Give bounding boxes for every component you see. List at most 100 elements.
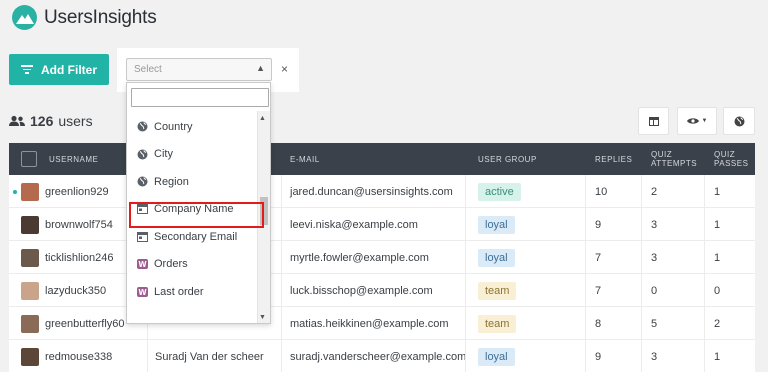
user-cell[interactable]: brownwolf754: [21, 208, 113, 241]
add-filter-label: Add Filter: [41, 62, 97, 77]
col-replies[interactable]: REPLIES: [595, 143, 632, 175]
dropdown-option[interactable]: W Orders: [127, 251, 257, 279]
dropdown-search-input[interactable]: [131, 88, 269, 107]
dropdown-option[interactable]: W Last order: [127, 278, 257, 306]
card-icon: [137, 231, 148, 242]
close-filter-icon[interactable]: ×: [281, 62, 288, 76]
username[interactable]: greenbutterfly60: [45, 318, 125, 330]
filter-icon: [21, 63, 33, 76]
column-divider: [641, 340, 642, 372]
username[interactable]: redmouse338: [45, 351, 112, 363]
username[interactable]: brownwolf754: [45, 219, 113, 231]
quiz-attempts-cell: 0: [651, 284, 658, 297]
chevron-down-icon: ▼: [701, 118, 708, 124]
dropdown-option[interactable]: Region: [127, 168, 257, 196]
user-group-badge: team: [478, 281, 517, 300]
quiz-attempts-cell: 3: [651, 218, 658, 231]
add-filter-button[interactable]: Add Filter: [9, 54, 109, 85]
email-cell: suradj.vanderscheer@example.com: [290, 350, 467, 363]
user-cell[interactable]: greenbutterfly60: [21, 307, 125, 340]
user-cell[interactable]: lazyduck350: [21, 274, 106, 307]
table-row[interactable]: redmouse338 Suradj Van der scheer suradj.v…: [9, 340, 755, 372]
username[interactable]: greenlion929: [45, 186, 109, 198]
column-divider: [704, 274, 705, 306]
user-cell[interactable]: ticklishlion246: [21, 241, 113, 274]
table-row[interactable]: lazyduck350 luck.bisschop@example.com team…: [9, 274, 755, 307]
users-count: 126 users: [9, 113, 93, 129]
avatar: [21, 314, 39, 333]
filter-field-select[interactable]: Select ▲: [126, 58, 272, 81]
dropdown-option[interactable]: City: [127, 141, 257, 169]
scroll-down-icon[interactable]: ▼: [259, 314, 266, 321]
column-divider: [641, 208, 642, 240]
quiz-passes-cell: 1: [714, 218, 721, 231]
select-all-checkbox[interactable]: [21, 151, 37, 167]
users-icon: [9, 115, 25, 126]
column-divider: [585, 307, 586, 339]
woo-icon: W: [137, 259, 148, 270]
export-button[interactable]: [638, 107, 669, 135]
username[interactable]: ticklishlion246: [45, 252, 113, 264]
column-divider: [641, 175, 642, 207]
column-divider: [585, 340, 586, 372]
dropdown-option-label: Region: [154, 175, 189, 188]
quiz-passes-cell: 2: [714, 317, 721, 330]
table-row[interactable]: greenlion929 jared.duncan@usersinsights.c…: [9, 175, 755, 208]
avatar: [21, 215, 39, 234]
columns-visibility-button[interactable]: ▼: [677, 107, 717, 135]
column-divider: [585, 274, 586, 306]
quiz-passes-cell: 1: [714, 185, 721, 198]
column-divider: [704, 175, 705, 207]
avatar: [21, 248, 39, 267]
name-cell: Suradj Van der scheer: [155, 350, 264, 363]
column-divider: [465, 208, 466, 240]
col-quiz-attempts[interactable]: QUIZ ATTEMPTS: [651, 143, 699, 175]
user-group-badge: loyal: [478, 248, 515, 267]
quiz-attempts-cell: 5: [651, 317, 658, 330]
user-group-badge: team: [478, 314, 517, 333]
globe-icon: [137, 121, 148, 132]
replies-cell: 8: [595, 317, 602, 330]
username[interactable]: lazyduck350: [45, 285, 106, 297]
email-cell: leevi.niska@example.com: [290, 218, 418, 231]
brand-logo[interactable]: UsersInsights: [12, 5, 157, 30]
column-divider: [585, 241, 586, 273]
globe-icon: [734, 116, 744, 126]
avatar: [21, 347, 39, 366]
svg-text:W: W: [138, 260, 147, 269]
dropdown-option-label: Secondary Email: [154, 230, 238, 243]
map-view-button[interactable]: [723, 107, 755, 135]
table-row[interactable]: ticklishlion246 myrtle.fowler@example.com…: [9, 241, 755, 274]
scroll-up-icon[interactable]: ▲: [259, 115, 266, 122]
column-divider: [281, 175, 282, 207]
column-divider: [641, 241, 642, 273]
col-quiz-passes[interactable]: QUIZ PASSES: [714, 143, 750, 175]
woo-icon: W: [137, 286, 148, 297]
quiz-attempts-cell: 3: [651, 251, 658, 264]
table-icon: [648, 116, 659, 126]
email-cell: myrtle.fowler@example.com: [290, 251, 429, 264]
column-divider: [704, 340, 705, 372]
caret-up-icon: ▲: [256, 63, 265, 73]
user-cell[interactable]: redmouse338: [21, 340, 112, 372]
email-cell: jared.duncan@usersinsights.com: [290, 185, 453, 198]
dropdown-option[interactable]: Country: [127, 113, 257, 141]
quiz-passes-cell: 1: [714, 350, 721, 363]
table-row[interactable]: greenbutterfly60 matias.heikkinen@example…: [9, 307, 755, 340]
col-user-group[interactable]: USER GROUP: [478, 143, 537, 175]
replies-cell: 9: [595, 218, 602, 231]
column-divider: [281, 208, 282, 240]
online-indicator: [13, 190, 17, 194]
avatar: [21, 281, 39, 300]
table-row[interactable]: brownwolf754 leevi.niska@example.com loyal…: [9, 208, 755, 241]
column-divider: [281, 241, 282, 273]
col-username[interactable]: USERNAME: [49, 143, 98, 175]
column-divider: [704, 307, 705, 339]
logo-mountain-icon: [12, 5, 37, 30]
column-divider: [704, 208, 705, 240]
dropdown-option-label: Country: [154, 120, 193, 133]
user-cell[interactable]: greenlion929: [21, 175, 109, 208]
globe-icon: [137, 149, 148, 160]
col-email[interactable]: E-MAIL: [290, 143, 320, 175]
table-header: USERNAME E-MAIL USER GROUP REPLIES QUIZ …: [9, 143, 755, 175]
